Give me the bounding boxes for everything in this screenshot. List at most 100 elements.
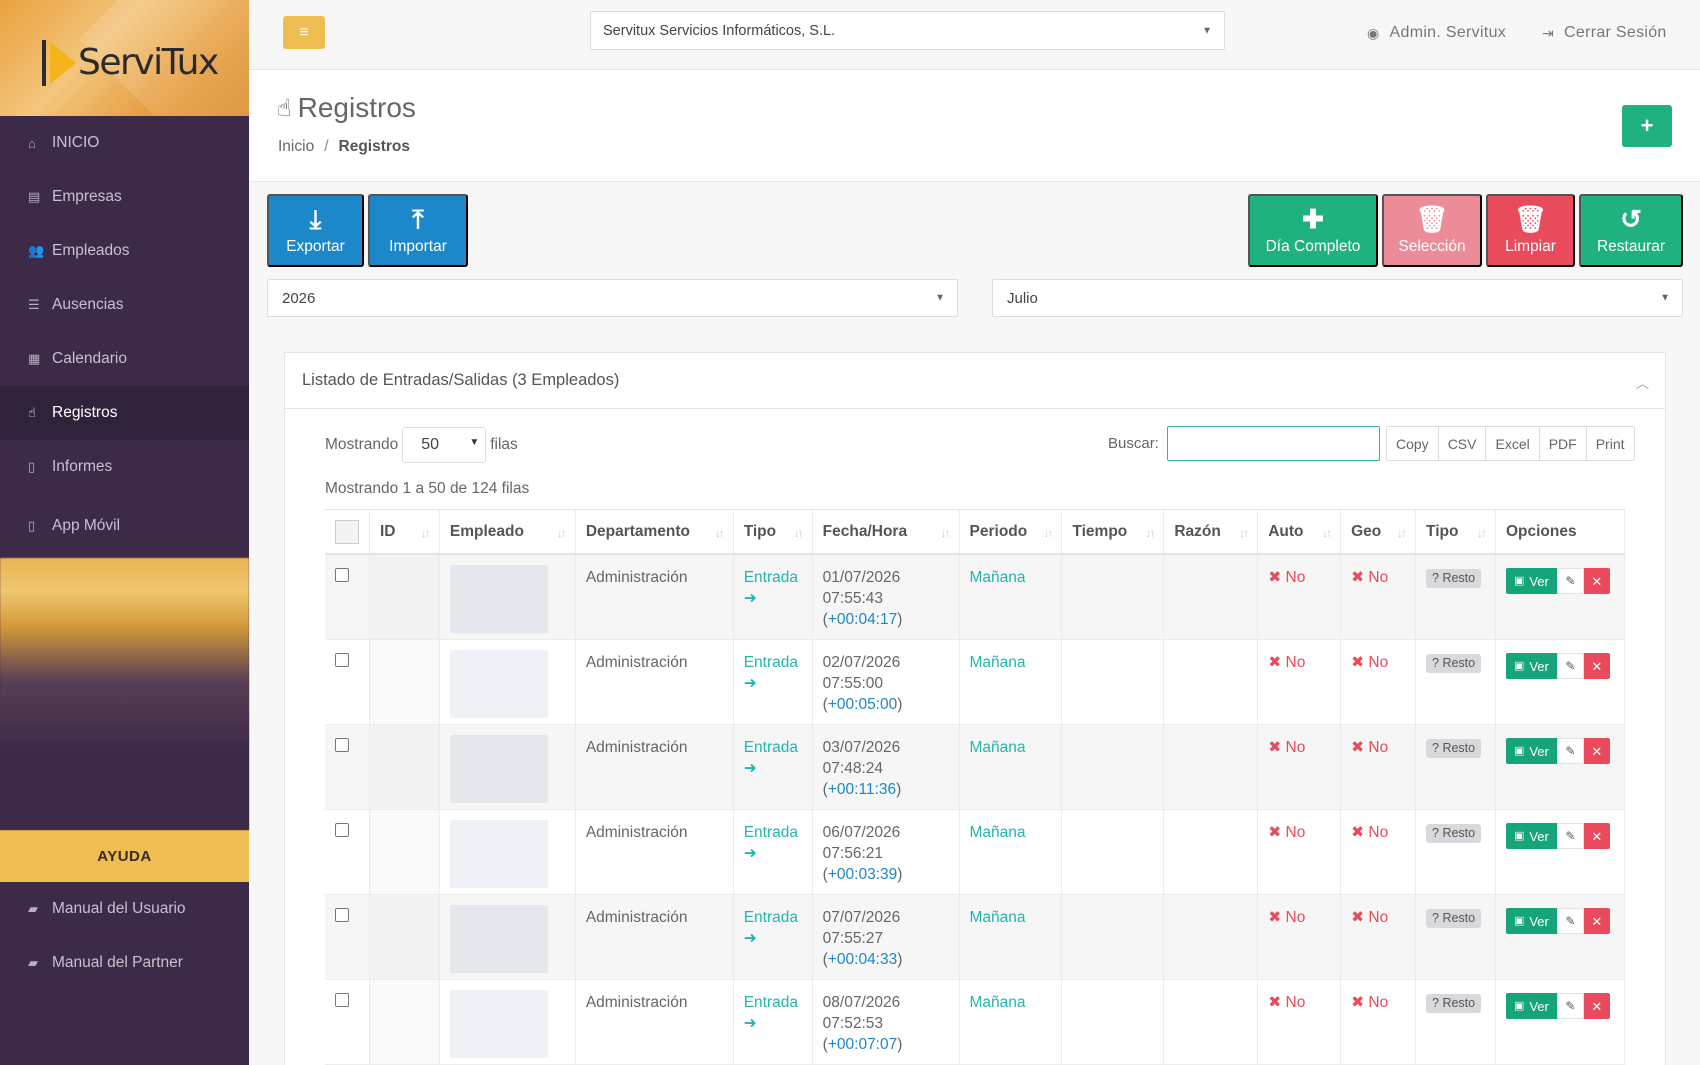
clear-button[interactable]: 🗑 Limpiar [1486, 194, 1575, 267]
view-button[interactable]: ▣ Ver [1505, 738, 1557, 764]
view-button[interactable]: ▣ Ver [1505, 908, 1557, 934]
cross-icon: ✖ [1351, 569, 1365, 586]
manual-user-link[interactable]: ▰ Manual del Usuario [0, 882, 249, 936]
id-cell [370, 810, 440, 895]
column-header-tiempo[interactable]: Tiempo ↓↑ [1062, 509, 1165, 555]
delete-button[interactable]: ✕ [1583, 993, 1610, 1019]
pdf-button[interactable]: PDF [1539, 427, 1587, 460]
manual-partner-link[interactable]: ▰ Manual del Partner [0, 936, 249, 990]
geo-value: No [1368, 739, 1389, 756]
sidebar-item-empleados[interactable]: 👥 Empleados [0, 224, 249, 278]
view-button[interactable]: ▣ Ver [1505, 653, 1557, 679]
panel-header: Listado de Entradas/Salidas (3 Empleados… [285, 353, 1665, 409]
delete-button[interactable]: ✕ [1583, 653, 1610, 679]
row-options: ▣ Ver ✎ ✕ [1505, 823, 1614, 849]
import-button[interactable]: ⤒ Importar [368, 194, 468, 267]
promo-banner[interactable] [0, 558, 249, 830]
sidebar-item-inicio[interactable]: ⌂ INICIO [0, 116, 249, 170]
column-header-auto[interactable]: Auto ↓↑ [1258, 509, 1342, 555]
period-value: Mañana [969, 994, 1026, 1011]
print-button[interactable]: Print [1586, 427, 1634, 460]
copy-button[interactable]: Copy [1387, 427, 1439, 460]
column-header-tipo[interactable]: Tipo ↓↑ [733, 509, 813, 555]
column-header-label: Periodo [969, 522, 1028, 540]
employee-photo [449, 820, 548, 888]
row-checkbox[interactable] [335, 653, 349, 667]
chevron-up-icon[interactable]: ︿ [1636, 373, 1649, 392]
edit-button[interactable]: ✎ [1556, 823, 1584, 849]
logout-link[interactable]: ⇥ Cerrar Sesión [1542, 24, 1667, 42]
user-menu[interactable]: ◉ Admin. Servitux [1367, 24, 1506, 42]
row-checkbox[interactable] [335, 908, 349, 922]
top-bar: ≡ Servitux Servicios Informáticos, S.L. … [249, 0, 1700, 70]
sidebar-item-app-movil[interactable]: ▯ App Móvil [0, 494, 249, 558]
sidebar-item-informes[interactable]: ▯ Informes [0, 440, 249, 494]
rows-per-page: Mostrando 50 ▼ filas [325, 427, 518, 463]
sort-icon: ↓↑ [714, 526, 725, 540]
select-all-checkbox[interactable] [335, 519, 359, 544]
edit-button[interactable]: ✎ [1556, 993, 1584, 1019]
company-select[interactable]: Servitux Servicios Informáticos, S.L. ▼ [590, 11, 1225, 50]
reason-cell [1164, 725, 1259, 810]
csv-button[interactable]: CSV [1438, 427, 1487, 460]
column-header-empleado[interactable]: Empleado ↓↑ [439, 509, 576, 555]
edit-button[interactable]: ✎ [1556, 908, 1584, 934]
column-header-label: Empleado [449, 522, 524, 540]
delete-button[interactable]: ✕ [1583, 738, 1610, 764]
sidebar-item-ausencias[interactable]: ☰ Ausencias [0, 278, 249, 332]
trash-icon: 🗑 [1415, 203, 1449, 234]
edit-button[interactable]: ✎ [1556, 568, 1584, 594]
column-header-geo[interactable]: Geo ↓↑ [1341, 509, 1416, 555]
date-value: 02/07/2026 [822, 654, 901, 671]
column-header-departamento[interactable]: Departamento ↓↑ [575, 509, 734, 555]
restore-button[interactable]: ↺ Restaurar [1579, 194, 1683, 267]
row-checkbox[interactable] [335, 823, 349, 837]
sidebar-item-calendario[interactable]: ▦ Calendario [0, 332, 249, 386]
view-button[interactable]: ▣ Ver [1505, 568, 1557, 594]
options-cell: ▣ Ver ✎ ✕ [1495, 640, 1625, 725]
tipo-label: Entrada [743, 909, 798, 926]
view-button[interactable]: ▣ Ver [1505, 993, 1557, 1019]
department-cell: Administración [575, 895, 734, 980]
close-icon: ✕ [1591, 743, 1603, 759]
edit-button[interactable]: ✎ [1556, 653, 1584, 679]
search-input[interactable] [1166, 426, 1380, 461]
delete-button[interactable]: ✕ [1583, 908, 1610, 934]
sidebar-item-registros[interactable]: ☝ Registros [0, 386, 249, 440]
manual-user-label: Manual del Usuario [52, 900, 186, 917]
column-header-label: Fecha/Hora [822, 522, 908, 540]
plus-icon: ✚ [1302, 203, 1324, 234]
datetime-cell: 01/07/2026 07:55:43 (+00:04:17) [812, 555, 960, 640]
export-button[interactable]: ⤓ Exportar [267, 194, 364, 267]
rows-per-page-select[interactable]: 50 ▼ [402, 427, 487, 463]
view-button[interactable]: ▣ Ver [1505, 823, 1557, 849]
reason-cell [1164, 895, 1259, 980]
delete-selection-button[interactable]: 🗑 Selección [1382, 194, 1482, 267]
logo-brand: ServiTux [78, 42, 219, 83]
datetime-cell: 07/07/2026 07:55:27 (+00:04:33) [812, 895, 960, 980]
export-label: Exportar [286, 237, 345, 255]
delete-button[interactable]: ✕ [1583, 568, 1610, 594]
delete-button[interactable]: ✕ [1583, 823, 1610, 849]
excel-button[interactable]: Excel [1486, 427, 1540, 460]
column-header-tipo-2[interactable]: Tipo ↓↑ [1416, 509, 1496, 555]
year-select[interactable]: 2026 ▼ [267, 279, 958, 317]
row-checkbox[interactable] [335, 568, 349, 582]
add-record-button[interactable]: + [1622, 105, 1672, 147]
column-header-periodo[interactable]: Periodo ↓↑ [959, 509, 1063, 555]
full-day-button[interactable]: ✚ Día Completo [1248, 194, 1378, 267]
cross-icon: ✖ [1268, 739, 1282, 756]
column-header-id[interactable]: ID ↓↑ [370, 509, 440, 555]
row-checkbox[interactable] [335, 993, 349, 1007]
month-select[interactable]: Julio ▼ [992, 279, 1683, 317]
hand-pointer-icon: ☝ [28, 405, 36, 420]
edit-button[interactable]: ✎ [1556, 738, 1584, 764]
close-icon: ✕ [1591, 658, 1603, 674]
column-header-fecha-hora[interactable]: Fecha/Hora ↓↑ [812, 509, 960, 555]
logo[interactable]: ServiTux [42, 38, 219, 88]
sidebar-item-empresas[interactable]: ▤ Empresas [0, 170, 249, 224]
menu-toggle-button[interactable]: ≡ [283, 16, 325, 49]
column-header-razon[interactable]: Razón ↓↑ [1164, 509, 1259, 555]
row-checkbox[interactable] [335, 738, 349, 752]
breadcrumb-home[interactable]: Inicio [278, 138, 314, 155]
